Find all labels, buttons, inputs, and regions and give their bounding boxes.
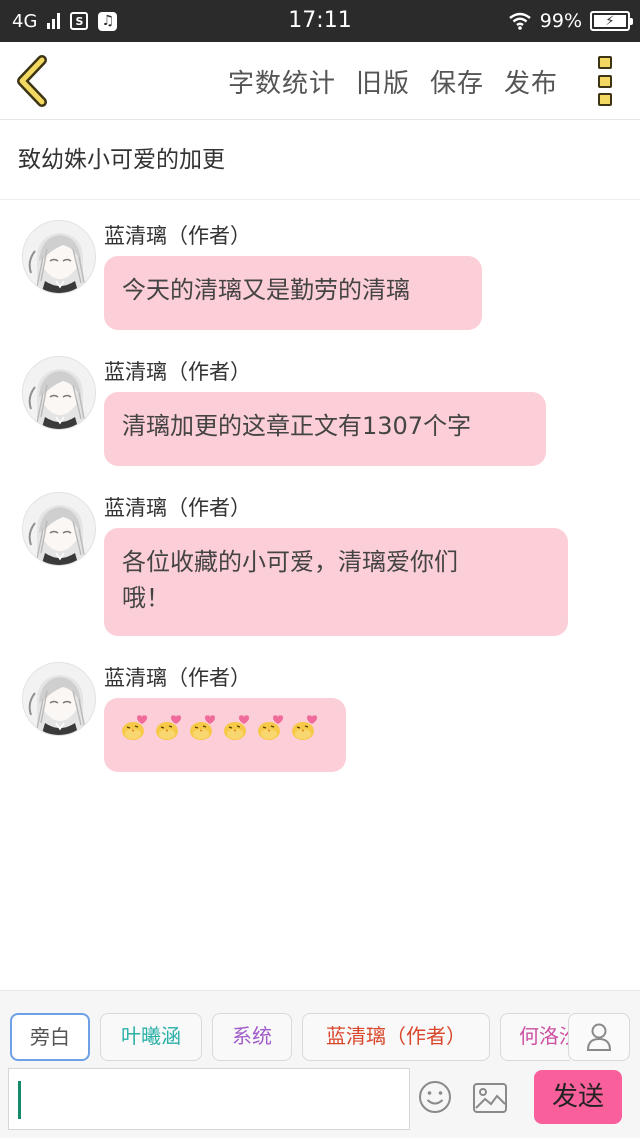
chick-heart-emoji-icon xyxy=(290,712,320,742)
add-role-button[interactable] xyxy=(568,1013,630,1061)
author-name: 蓝清璃（作者） xyxy=(104,224,251,248)
message-bubble[interactable]: 清璃加更的这章正文有1307个字 xyxy=(104,392,546,466)
role-tab-system[interactable]: 系统 xyxy=(212,1013,292,1061)
chapter-title[interactable]: 致幼姝小可爱的加更 xyxy=(0,120,640,200)
more-dot-icon xyxy=(598,56,612,69)
message-item[interactable]: 蓝清璃（作者） xyxy=(22,662,622,774)
author-name: 蓝清璃（作者） xyxy=(104,360,251,384)
status-bar: 4G S ♫ 17:11 99% ⚡ xyxy=(0,0,640,42)
wifi-icon xyxy=(508,12,531,30)
top-toolbar: 字数统计 旧版 保存 发布 xyxy=(0,42,640,120)
role-tab-author[interactable]: 蓝清璃（作者） xyxy=(302,1013,490,1061)
chick-heart-emoji-icon xyxy=(154,712,184,742)
role-tab-narration[interactable]: 旁白 xyxy=(10,1013,90,1061)
image-button[interactable] xyxy=(472,1082,508,1114)
battery-percent: 99% xyxy=(539,10,582,32)
chick-heart-emoji-icon xyxy=(120,712,150,742)
save-button[interactable]: 保存 xyxy=(430,63,484,100)
status-right: 99% ⚡ xyxy=(508,0,633,42)
more-dot-icon xyxy=(598,93,612,106)
emoji-row xyxy=(120,712,330,742)
message-text-line: 哦！ xyxy=(122,584,170,612)
chick-heart-emoji-icon xyxy=(188,712,218,742)
chick-heart-emoji-icon xyxy=(256,712,286,742)
author-avatar[interactable] xyxy=(22,492,96,566)
message-item[interactable]: 蓝清璃（作者） 今天的清璃又是勤劳的清璃 xyxy=(22,220,622,330)
word-count-button[interactable]: 字数统计 xyxy=(228,63,336,100)
old-version-button[interactable]: 旧版 xyxy=(356,63,410,100)
message-item[interactable]: 蓝清璃（作者） 清璃加更的这章正文有1307个字 xyxy=(22,356,622,466)
chick-heart-emoji-icon xyxy=(222,712,252,742)
user-icon xyxy=(586,1023,612,1051)
more-menu-button[interactable] xyxy=(598,56,614,106)
author-avatar[interactable] xyxy=(22,220,96,294)
chevron-left-icon xyxy=(17,55,47,107)
send-button[interactable]: 发送 xyxy=(534,1070,622,1124)
author-name: 蓝清璃（作者） xyxy=(104,496,251,520)
battery-icon: ⚡ xyxy=(590,11,633,31)
text-cursor xyxy=(18,1081,21,1119)
author-avatar[interactable] xyxy=(22,356,96,430)
role-tab-ye-xihan[interactable]: 叶曦涵 xyxy=(100,1013,202,1061)
back-button[interactable] xyxy=(14,54,54,108)
message-bubble[interactable]: 各位收藏的小可爱，清璃爱你们 哦！ xyxy=(104,528,568,636)
message-input[interactable] xyxy=(8,1068,410,1130)
message-text-line: 各位收藏的小可爱，清璃爱你们 xyxy=(122,548,458,576)
message-bubble[interactable]: 今天的清璃又是勤劳的清璃 xyxy=(104,256,482,330)
author-name: 蓝清璃（作者） xyxy=(104,666,251,690)
role-tab-he-luoxi[interactable]: 何洛汐 xyxy=(500,1013,570,1061)
message-bubble[interactable] xyxy=(104,698,346,772)
emoji-button[interactable] xyxy=(418,1080,452,1114)
author-avatar[interactable] xyxy=(22,662,96,736)
role-tabs: 旁白 叶曦涵 系统 蓝清璃（作者） 何洛汐 xyxy=(10,1013,570,1063)
message-item[interactable]: 蓝清璃（作者） 各位收藏的小可爱，清璃爱你们 哦！ xyxy=(22,492,622,637)
picture-icon xyxy=(473,1083,507,1113)
more-dot-icon xyxy=(598,74,612,88)
charging-bolt-icon: ⚡ xyxy=(605,13,615,29)
publish-button[interactable]: 发布 xyxy=(504,63,558,100)
smiley-icon xyxy=(419,1081,451,1113)
header-actions: 字数统计 旧版 保存 发布 xyxy=(228,42,558,120)
